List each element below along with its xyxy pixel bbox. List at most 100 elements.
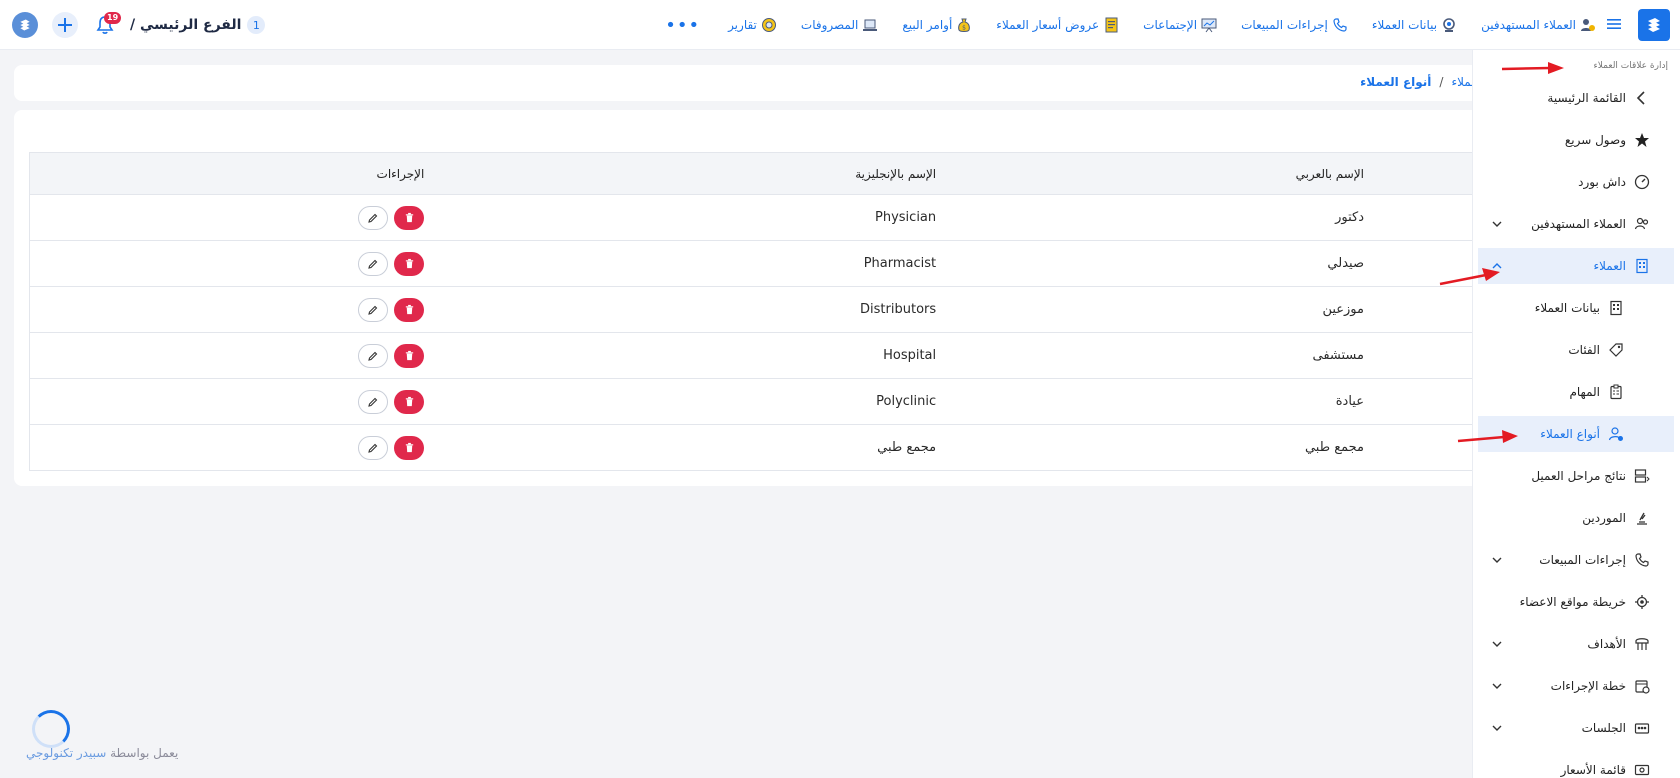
edit-button[interactable] <box>358 205 389 230</box>
trash-icon <box>405 304 414 315</box>
row-actions <box>29 286 425 333</box>
pencil-icon <box>368 259 378 269</box>
table-header-row: الإجراءات الإسم بالإنجليزية الإسم بالعرب… <box>29 152 1484 195</box>
row-english-name: Polyclinic <box>424 378 937 425</box>
powered-by-company[interactable]: سبيدر تكنولوجي <box>26 746 106 760</box>
delete-button[interactable] <box>394 435 425 460</box>
sidebar-item-label: وصول سريع <box>1564 133 1626 147</box>
chevron-down-icon <box>1492 557 1502 563</box>
loading-spinner <box>32 710 70 748</box>
sidebar-item-label: خريطة مواقع الاعضاء <box>1519 595 1626 609</box>
sidebar-item-client-data[interactable]: بيانات العملاء <box>1478 290 1674 326</box>
edit-button[interactable] <box>358 389 389 414</box>
tag-icon <box>1608 342 1624 358</box>
chevron-down-icon <box>1492 725 1502 731</box>
delete-button[interactable] <box>394 389 425 414</box>
phone-call-icon <box>1634 552 1650 568</box>
pencil-icon <box>368 443 378 453</box>
edit-button[interactable] <box>358 435 389 460</box>
sidebar-item-main-menu[interactable]: القائمة الرئيسية <box>1478 80 1674 116</box>
sidebar-item-targeted-clients[interactable]: العملاء المستهدفين <box>1478 206 1674 242</box>
branch-selector[interactable]: 1 الفرع الرئيسي / <box>130 16 266 34</box>
phone-icon <box>1332 17 1348 33</box>
sidebar-item-label: خطة الإجراءات <box>1550 679 1626 693</box>
brand-logo[interactable] <box>1638 9 1670 41</box>
sidebar-item-tasks[interactable]: المهام <box>1478 374 1674 410</box>
sidebar-item-label: قائمة الأسعار <box>1560 763 1626 777</box>
topnav-label: أوامر البيع <box>902 18 953 32</box>
delete-button[interactable] <box>394 297 425 322</box>
table-row: Distributors موزعين <box>29 286 1484 333</box>
trash-icon <box>405 258 414 269</box>
sidebar-item-label: أنواع العملاء <box>1540 427 1600 441</box>
user-badge-icon <box>1608 426 1624 442</box>
row-english-name: Hospital <box>424 332 937 379</box>
row-arabic-name: موزعين <box>936 286 1484 333</box>
edit-button[interactable] <box>358 251 389 276</box>
chevron-down-icon <box>1492 641 1502 647</box>
speedometer-icon <box>1634 174 1650 190</box>
row-actions <box>29 194 425 241</box>
topnav-expenses[interactable]: المصروفات <box>801 17 878 33</box>
topnav-targeted-clients[interactable]: العملاء المستهدفين <box>1481 17 1596 33</box>
delete-button[interactable] <box>394 343 425 368</box>
topnav-reports[interactable]: تقارير <box>728 17 777 33</box>
topnav-client-data[interactable]: بيانات العملاء <box>1372 17 1457 33</box>
row-arabic-name: صيدلي <box>936 240 1484 287</box>
topnav-meetings[interactable]: الإجتماعات <box>1143 17 1217 33</box>
hamburger-menu-icon[interactable] <box>1606 16 1622 32</box>
delete-button[interactable] <box>394 205 425 230</box>
row-arabic-name: عيادة <box>936 378 1484 425</box>
table-row: Physician دكتور <box>29 194 1484 241</box>
annotation-arrow <box>1439 268 1500 286</box>
edit-button[interactable] <box>358 297 389 322</box>
breadcrumb-current: أنواع العملاء <box>1360 75 1432 89</box>
add-button[interactable] <box>52 12 78 38</box>
top-bar: العملاء المستهدفين بيانات العملاء إجراءا… <box>0 0 1680 50</box>
topnav-label: إجراءات المبيعات <box>1241 18 1328 32</box>
sidebar-item-clients[interactable]: العملاء <box>1478 248 1674 284</box>
topnav-label: الإجتماعات <box>1143 18 1198 32</box>
webcam-icon <box>1441 17 1457 33</box>
sidebar-item-sales-actions[interactable]: إجراءات المبيعات <box>1478 542 1674 578</box>
target-icon <box>1634 636 1650 652</box>
plus-icon <box>58 18 72 32</box>
sidebar-item-label: بيانات العملاء <box>1534 301 1600 315</box>
annotation-arrow <box>1457 430 1518 443</box>
topnav-label: تقارير <box>728 18 757 32</box>
sidebar-item-label: الموردين <box>1582 511 1626 525</box>
header-arabic-name: الإسم بالعربي <box>936 152 1484 195</box>
sidebar: إدارة علاقات العملاء القائمة الرئيسية وص… <box>1472 50 1680 778</box>
sidebar-item-label: الأهداف <box>1587 637 1626 651</box>
row-english-name: Pharmacist <box>424 240 937 287</box>
sidebar-item-suppliers[interactable]: الموردين <box>1478 500 1674 536</box>
sidebar-item-price-list[interactable]: قائمة الأسعار <box>1478 752 1674 778</box>
more-menu-icon[interactable]: ••• <box>665 15 700 36</box>
sidebar-item-action-plan[interactable]: خطة الإجراءات <box>1478 668 1674 704</box>
table-row: Polyclinic عيادة <box>29 378 1484 425</box>
topnav-sales-actions[interactable]: إجراءات المبيعات <box>1241 17 1348 33</box>
topnav-quotes[interactable]: عروض أسعار العملاء <box>996 17 1119 33</box>
edit-button[interactable] <box>358 343 389 368</box>
branch-label: الفرع الرئيسي / <box>130 17 242 33</box>
sidebar-item-client-stage-results[interactable]: نتائج مراحل العميل <box>1478 458 1674 494</box>
delete-button[interactable] <box>394 251 425 276</box>
powered-by-label: يعمل بواسطة <box>110 746 179 760</box>
price-list-icon <box>1634 762 1650 778</box>
stages-icon <box>1634 468 1650 484</box>
sidebar-item-sessions[interactable]: الجلسات <box>1478 710 1674 746</box>
app-logo-icon[interactable] <box>12 12 38 38</box>
sidebar-item-targets[interactable]: الأهداف <box>1478 626 1674 662</box>
building-icon <box>1634 258 1650 274</box>
topnav-sales-orders[interactable]: $ أوامر البيع <box>902 17 972 33</box>
sidebar-item-dashboard[interactable]: داش بورد <box>1478 164 1674 200</box>
chevron-down-icon <box>1492 221 1502 227</box>
breadcrumb-trail: العملاء / أنواع العملاء <box>1360 75 1484 89</box>
sidebar-item-members-map[interactable]: خريطة مواقع الاعضاء <box>1478 584 1674 620</box>
notification-badge: 19 <box>104 12 122 24</box>
sidebar-item-categories[interactable]: الفئات <box>1478 332 1674 368</box>
pencil-icon <box>368 213 378 223</box>
presentation-icon <box>1201 17 1217 33</box>
trash-icon <box>405 350 414 361</box>
sidebar-item-quick-access[interactable]: وصول سريع <box>1478 122 1674 158</box>
